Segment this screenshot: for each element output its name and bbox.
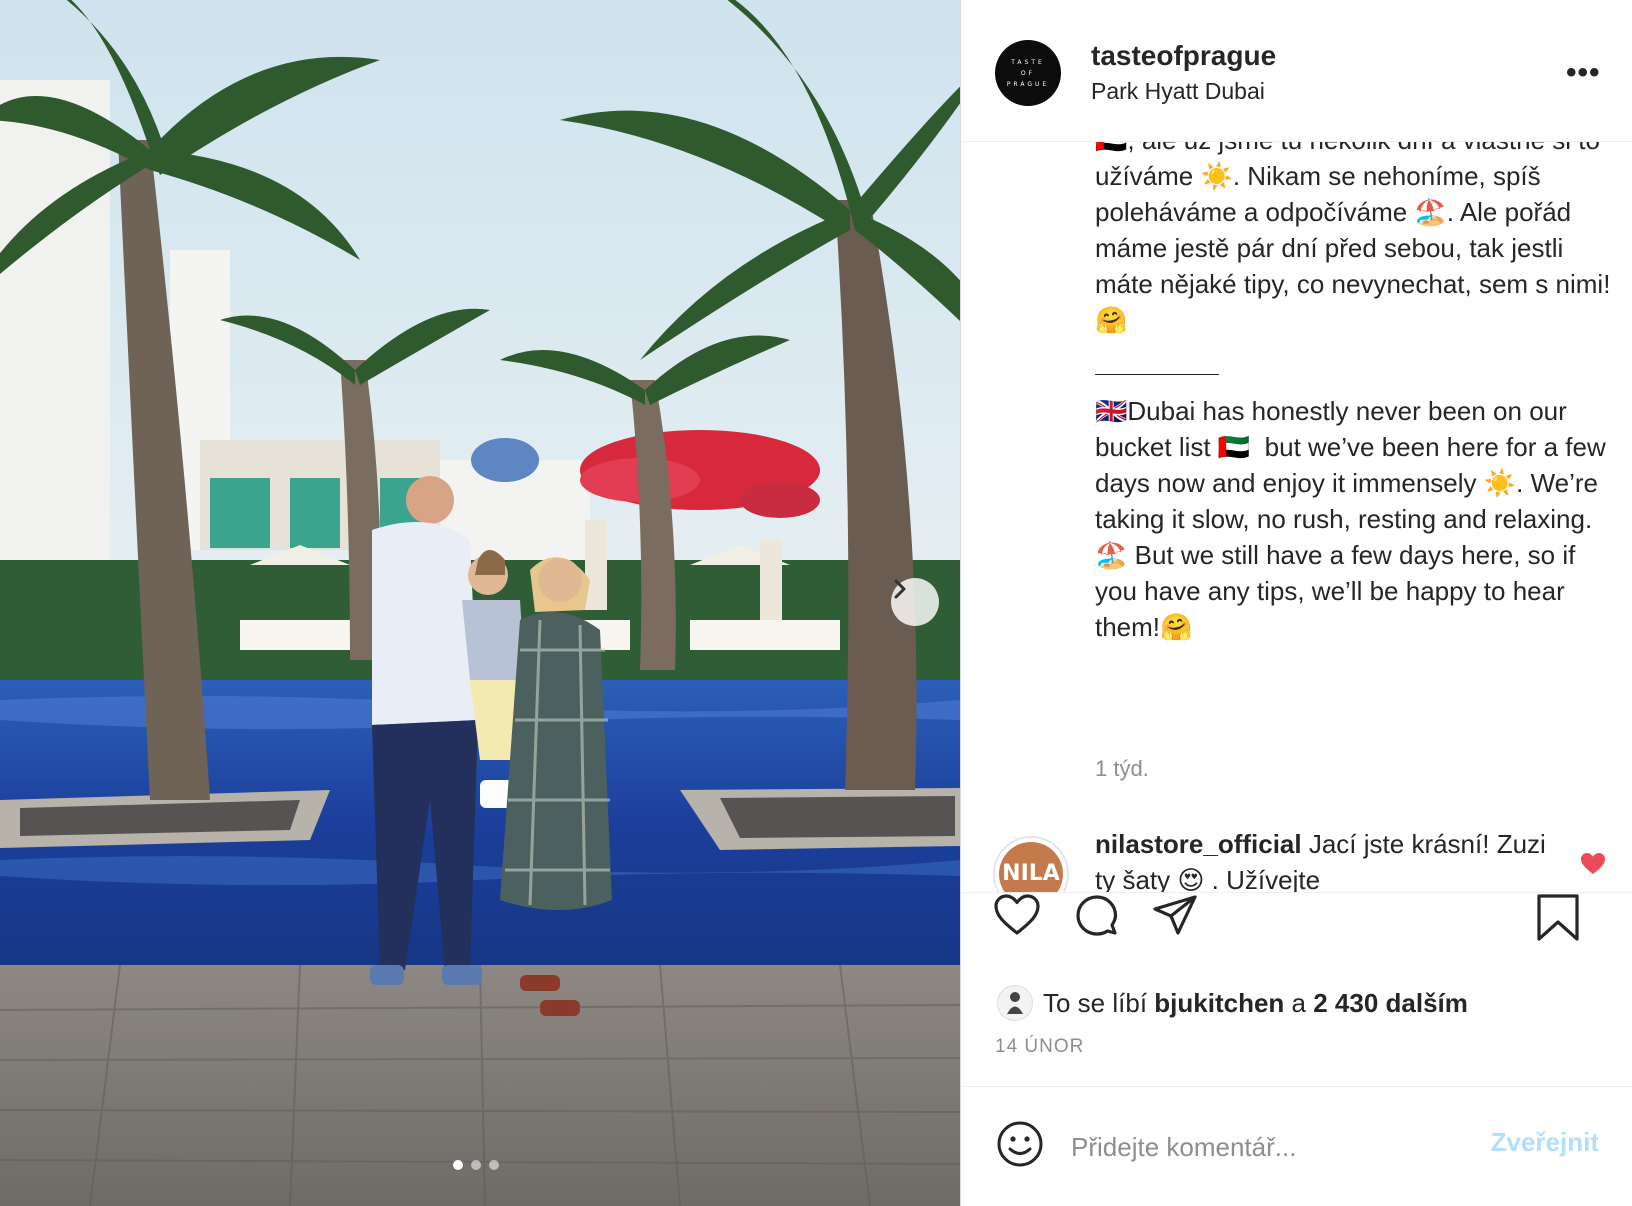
post-header: TASTE OF PRAGUE tasteofprague Park Hyatt… — [961, 0, 1632, 142]
commenter-avatar[interactable]: NILA — [993, 836, 1069, 892]
likes-text[interactable]: To se líbí bjukitchen a 2 430 dalším — [1043, 988, 1468, 1019]
instagram-post: TASTE OF PRAGUE tasteofprague Park Hyatt… — [0, 0, 1632, 1206]
caption-timestamp[interactable]: 1 týd. — [1095, 756, 1149, 782]
caption-divider — [1095, 374, 1219, 375]
post-side-panel: TASTE OF PRAGUE tasteofprague Park Hyatt… — [960, 0, 1632, 1206]
post-photo[interactable] — [0, 0, 960, 1206]
avatar-text-line: OF — [1020, 69, 1036, 77]
caption-english: 🇬🇧Dubai has honestly never been on our b… — [1095, 396, 1613, 642]
likes-count[interactable]: 2 430 dalším — [1313, 988, 1468, 1018]
comment-liked-heart-icon[interactable] — [1580, 852, 1606, 876]
person-silhouette-icon — [1007, 992, 1023, 1014]
carousel-next-button[interactable] — [891, 578, 939, 626]
caption-czech: 🇦🇪, ale už jsme tu několik dní a vlastně… — [1095, 142, 1611, 335]
chevron-right-icon — [894, 579, 906, 599]
comment-bubble-icon[interactable] — [1073, 893, 1121, 941]
comments-scroll-area[interactable]: 🇦🇪, ale už jsme tu několik dní a vlastně… — [961, 142, 1632, 892]
liker-username[interactable]: bjukitchen — [1154, 988, 1284, 1018]
bookmark-save-icon[interactable] — [1535, 893, 1581, 943]
comment-text: nilastore_official Jací jste krásní! Zuz… — [1095, 826, 1565, 892]
comment-input[interactable] — [1071, 1125, 1471, 1169]
author-avatar[interactable]: TASTE OF PRAGUE — [995, 40, 1061, 106]
post-location[interactable]: Park Hyatt Dubai — [1091, 78, 1265, 105]
carousel-indicator — [453, 1160, 499, 1170]
post-caption: 🇦🇪, ale už jsme tu několik dní a vlastně… — [1095, 142, 1615, 681]
like-heart-icon[interactable] — [993, 893, 1041, 937]
photo-illustration — [0, 0, 960, 1206]
avatar-text-line: TASTE — [1011, 58, 1045, 66]
post-actions: To se líbí bjukitchen a 2 430 dalším — [961, 892, 1632, 1022]
share-send-icon[interactable] — [1151, 893, 1199, 939]
add-comment-bar: Zveřejnit — [961, 1086, 1632, 1206]
comment-item: NILA nilastore_official Jací jste krásní… — [961, 824, 1632, 892]
carousel-dot — [489, 1160, 499, 1170]
author-username[interactable]: tasteofprague — [1091, 40, 1276, 72]
commenter-username[interactable]: nilastore_official — [1095, 829, 1302, 859]
likes-prefix: To se líbí — [1043, 987, 1155, 1018]
post-comment-button[interactable]: Zveřejnit — [1481, 1127, 1599, 1158]
likes-joiner: a — [1284, 987, 1314, 1018]
carousel-dot — [471, 1160, 481, 1170]
more-options-button[interactable]: ••• — [1566, 56, 1601, 90]
commenter-avatar-logo: NILA — [999, 842, 1063, 892]
post-date[interactable]: 14 ÚNOR — [995, 1036, 1084, 1058]
liker-avatar[interactable] — [997, 985, 1033, 1021]
emoji-picker-icon[interactable] — [995, 1119, 1045, 1169]
likes-summary: To se líbí bjukitchen a 2 430 dalším — [997, 985, 1468, 1021]
carousel-dot-active — [453, 1160, 463, 1170]
avatar-text-line: PRAGUE — [1006, 80, 1050, 88]
